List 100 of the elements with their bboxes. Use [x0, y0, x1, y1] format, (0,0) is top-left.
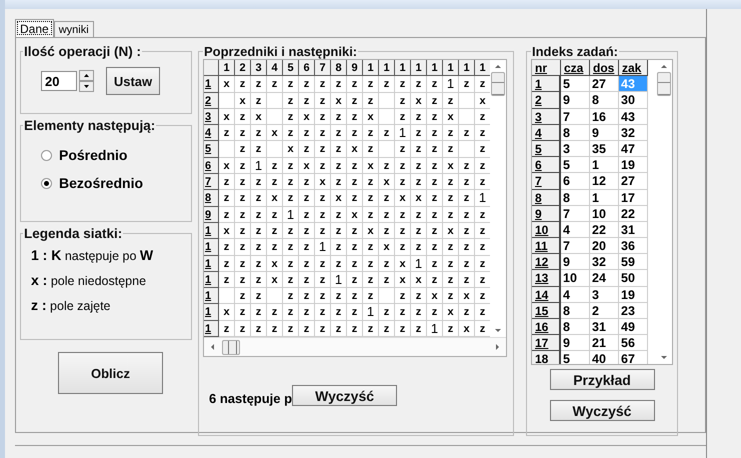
grid-cell[interactable]: z: [283, 92, 299, 109]
grid-cell[interactable]: z: [315, 288, 331, 304]
grid-cell[interactable]: z: [315, 256, 331, 272]
table-cell[interactable]: 9: [561, 254, 590, 270]
grid-cell[interactable]: x: [219, 108, 235, 126]
table-cell[interactable]: 4: [561, 286, 590, 303]
grid-cell[interactable]: z: [299, 272, 315, 288]
grid-cell[interactable]: z: [315, 190, 331, 207]
table-cell[interactable]: 10: [590, 206, 619, 222]
grid-cell[interactable]: z: [363, 174, 379, 190]
grid-cell[interactable]: x: [363, 108, 379, 126]
table-cell[interactable]: 67: [619, 351, 648, 364]
table-cell[interactable]: 32: [590, 254, 619, 270]
grid-cell[interactable]: z: [251, 190, 267, 207]
grid-cell[interactable]: z: [283, 190, 299, 207]
grid-cell[interactable]: z: [395, 158, 411, 174]
grid-cell[interactable]: z: [379, 304, 395, 321]
table-cell[interactable]: 22: [619, 206, 648, 222]
grid-cell[interactable]: z: [363, 141, 379, 158]
grid-cell[interactable]: z: [283, 125, 299, 142]
grid-cell[interactable]: z: [395, 304, 411, 321]
clear-button[interactable]: Wyczyść: [292, 385, 398, 406]
grid-cell[interactable]: z: [219, 239, 235, 256]
grid-cell[interactable]: z: [219, 125, 235, 142]
grid-cell[interactable]: z: [299, 256, 315, 272]
table-cell[interactable]: 59: [619, 254, 648, 270]
grid-cell[interactable]: x: [459, 288, 475, 304]
grid-cell[interactable]: z: [379, 272, 395, 288]
grid-cell[interactable]: z: [363, 190, 379, 207]
grid-cell[interactable]: 1: [251, 158, 267, 174]
grid-cell[interactable]: z: [427, 272, 443, 288]
grid-cell[interactable]: x: [443, 108, 459, 126]
grid-cell[interactable]: z: [283, 272, 299, 288]
grid-cell[interactable]: z: [283, 256, 299, 272]
grid-cell[interactable]: z: [379, 76, 395, 93]
grid-cell[interactable]: x: [411, 92, 427, 109]
radio-button[interactable]: [41, 178, 52, 188]
grid-cell[interactable]: z: [315, 92, 331, 109]
grid-cell[interactable]: z: [347, 222, 363, 240]
grid-cell[interactable]: z: [283, 76, 299, 93]
table-cell[interactable]: 31: [590, 319, 619, 336]
example-button[interactable]: Przykład: [550, 369, 654, 390]
table-cell[interactable]: 31: [619, 222, 648, 238]
grid-cell[interactable]: z: [395, 92, 411, 109]
table-cell[interactable]: 3: [561, 140, 590, 158]
grid-cell[interactable]: x: [299, 108, 315, 126]
table-cell[interactable]: 36: [619, 238, 648, 254]
grid-cell[interactable]: z: [459, 158, 475, 174]
grid-cell[interactable]: z: [411, 76, 427, 93]
horizontal-scrollbar[interactable]: [204, 337, 506, 356]
grid-cell[interactable]: x: [443, 222, 459, 240]
grid-cell[interactable]: 1: [443, 76, 459, 93]
grid-cell[interactable]: [459, 141, 475, 158]
grid-cell[interactable]: z: [443, 125, 459, 142]
grid-cell[interactable]: z: [411, 174, 427, 190]
grid-cell[interactable]: z: [331, 206, 347, 223]
grid-cell[interactable]: z: [331, 174, 347, 190]
compute-button[interactable]: Oblicz: [58, 352, 163, 394]
grid-cell[interactable]: z: [347, 239, 363, 256]
grid-cell[interactable]: z: [363, 239, 379, 256]
grid-cell[interactable]: z: [299, 222, 315, 240]
grid-cell[interactable]: z: [251, 222, 267, 240]
grid-cell[interactable]: z: [427, 108, 443, 126]
grid-cell[interactable]: z: [379, 190, 395, 207]
grid-cell[interactable]: x: [443, 304, 459, 321]
grid-cell[interactable]: z: [347, 92, 363, 109]
grid-cell[interactable]: z: [411, 125, 427, 142]
grid-cell[interactable]: z: [299, 239, 315, 256]
grid-cell[interactable]: z: [411, 239, 427, 256]
grid-cell[interactable]: z: [299, 206, 315, 223]
grid-cell[interactable]: z: [427, 304, 443, 321]
grid-cell[interactable]: z: [251, 141, 267, 158]
grid-cell[interactable]: z: [251, 304, 267, 321]
table-cell[interactable]: 8: [561, 124, 590, 141]
grid-cell[interactable]: z: [443, 174, 459, 190]
grid-cell[interactable]: x: [299, 158, 315, 174]
grid-cell[interactable]: z: [395, 141, 411, 158]
grid-cell[interactable]: z: [315, 76, 331, 93]
grid-cell[interactable]: z: [459, 256, 475, 272]
grid-cell[interactable]: z: [379, 222, 395, 240]
grid-cell[interactable]: z: [443, 190, 459, 207]
table-cell[interactable]: 21: [590, 335, 619, 352]
grid-cell[interactable]: z: [315, 141, 331, 158]
grid-cell[interactable]: z: [427, 256, 443, 272]
radio-label[interactable]: Bezośrednio: [59, 175, 144, 191]
grid-cell[interactable]: x: [347, 206, 363, 223]
grid-cell[interactable]: z: [427, 174, 443, 190]
table-cell[interactable]: 12: [590, 173, 619, 190]
grid-cell[interactable]: z: [235, 256, 251, 272]
grid-cell[interactable]: z: [331, 158, 347, 174]
grid-cell[interactable]: z: [299, 92, 315, 109]
grid-cell[interactable]: z: [315, 125, 331, 142]
table-cell[interactable]: 19: [619, 157, 648, 174]
grid-cell[interactable]: z: [331, 288, 347, 304]
grid-cell[interactable]: z: [427, 239, 443, 256]
grid-cell[interactable]: z: [443, 206, 459, 223]
grid-cell[interactable]: z: [459, 76, 475, 93]
grid-cell[interactable]: z: [347, 304, 363, 321]
grid-cell[interactable]: z: [331, 239, 347, 256]
grid-cell[interactable]: [267, 108, 283, 126]
